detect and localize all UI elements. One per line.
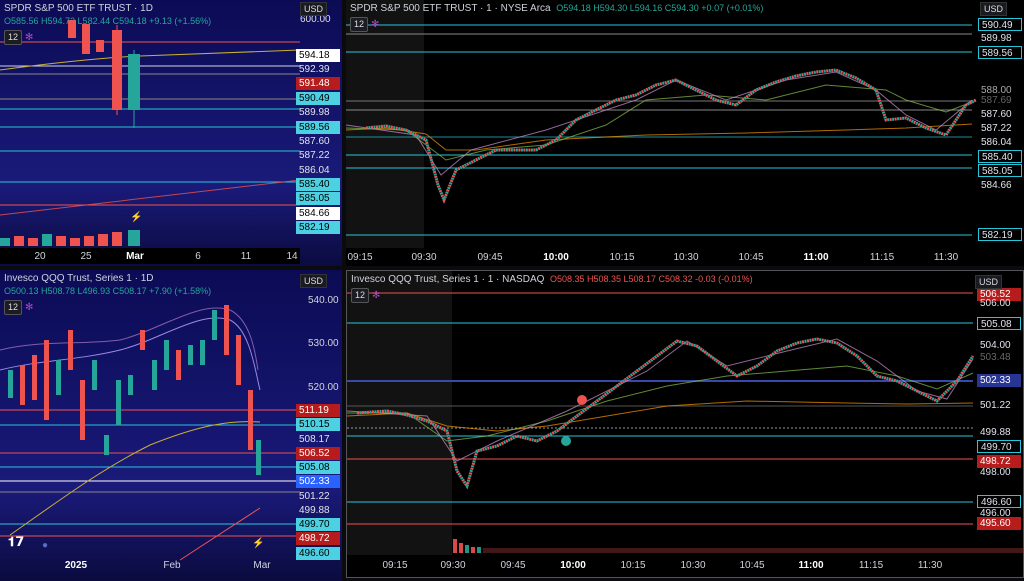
price-label: 586.04 [981, 137, 1012, 148]
price-label: 585.40 [296, 178, 340, 191]
price-label: 502.33 [977, 374, 1021, 387]
ohlc-values: O508.35 H508.35 L508.17 C508.32 -0.03 (-… [549, 274, 753, 284]
axis-price: 540.00 [308, 295, 339, 306]
symbol-title[interactable]: Invesco QQQ Trust, Series 1 · 1 · NASDAQ [351, 274, 544, 285]
price-label: 585.05 [296, 192, 340, 205]
gear-icon[interactable]: ✻ [371, 19, 379, 30]
price-label: 499.70 [296, 518, 340, 531]
currency-button[interactable]: USD [300, 274, 328, 288]
qqq-intraday-legend: Invesco QQQ Trust, Series 1 · 1 · NASDAQ… [351, 273, 753, 303]
price-label: 587.22 [981, 123, 1012, 134]
lightning-icon[interactable]: ⚡ [130, 212, 142, 223]
price-label: 510.15 [296, 418, 340, 431]
price-label: 584.66 [981, 180, 1012, 191]
price-label: 582.19 [296, 221, 340, 234]
signal-marker-sell [577, 395, 587, 405]
ohlc-values: O585.56 H594.72 L582.44 C594.18 +9.13 (+… [4, 16, 212, 26]
price-label: 499.88 [299, 505, 330, 516]
price-label: 495.60 [977, 517, 1021, 530]
price-label: 589.56 [978, 46, 1022, 59]
price-label: 584.66 [296, 207, 340, 220]
gear-icon[interactable]: ✻ [25, 32, 33, 43]
price-label: 501.22 [980, 400, 1011, 411]
price-label: 498.00 [980, 467, 1011, 478]
price-label: 498.72 [296, 532, 340, 545]
qqq-volume-bars [453, 539, 1023, 553]
axis-price: 530.00 [308, 338, 339, 349]
interval-badge[interactable]: 12 [4, 30, 23, 45]
tradingview-logo[interactable]: 𝟏𝟳 [8, 534, 24, 550]
gear-icon[interactable]: ✻ [372, 290, 380, 301]
price-label: 508.17 [299, 434, 330, 445]
price-label: 587.69 [981, 95, 1012, 106]
price-label: 589.98 [299, 107, 330, 118]
qqq-daily-candles [8, 305, 261, 475]
price-label: 590.49 [978, 18, 1022, 31]
currency-button[interactable]: USD [980, 2, 1008, 16]
qqq-daily-pane[interactable]: Invesco QQQ Trust, Series 1 · 1D O500.13… [0, 270, 342, 581]
time-axis[interactable]: 09:15 09:30 09:45 10:00 10:15 10:30 10:4… [347, 557, 973, 573]
price-label: 585.05 [978, 164, 1022, 177]
interval-badge[interactable]: 12 [350, 17, 369, 32]
qqq-daily-legend: Invesco QQQ Trust, Series 1 · 1D O500.13… [4, 272, 211, 315]
price-label: 505.08 [296, 461, 340, 474]
price-label: 586.04 [299, 165, 330, 176]
spy-intraday-chart[interactable] [346, 0, 1024, 266]
price-label: 594.18 [296, 49, 340, 62]
time-axis[interactable]: 20 25 Mar 6 11 14 [0, 248, 300, 264]
signal-marker-buy [561, 436, 571, 446]
interval-badge[interactable]: 12 [351, 288, 370, 303]
price-label: 501.22 [299, 491, 330, 502]
ohlc-values: O500.13 H508.78 L496.93 C508.17 +7.90 (+… [4, 286, 212, 296]
interval-badge[interactable]: 12 [4, 300, 23, 315]
symbol-title[interactable]: SPDR S&P 500 ETF TRUST · 1 · NYSE Arca [350, 3, 551, 14]
price-label: 503.48 [980, 352, 1011, 363]
price-label: 582.19 [978, 228, 1022, 241]
price-label: 591.48 [296, 77, 340, 90]
price-label: 511.19 [296, 404, 340, 417]
event-icon[interactable]: ● [42, 540, 48, 551]
spy-daily-legend: SPDR S&P 500 ETF TRUST · 1D O585.56 H594… [4, 2, 211, 45]
axis-price: 520.00 [308, 382, 339, 393]
price-label: 587.60 [299, 136, 330, 147]
price-label: 585.40 [978, 150, 1022, 163]
price-label: 496.60 [296, 547, 340, 560]
qqq-intraday-chart[interactable] [347, 271, 1024, 578]
spy-intraday-pane[interactable]: SPDR S&P 500 ETF TRUST · 1 · NYSE Arca O… [346, 0, 1024, 266]
lightning-icon[interactable]: ⚡ [252, 538, 264, 549]
gear-icon[interactable]: ✻ [25, 302, 33, 313]
price-label: 499.88 [980, 427, 1011, 438]
price-label: 590.49 [296, 92, 340, 105]
spy-intraday-legend: SPDR S&P 500 ETF TRUST · 1 · NYSE Arca O… [350, 2, 763, 32]
time-axis[interactable]: 2025 Feb Mar [0, 557, 300, 573]
price-label: 589.98 [981, 33, 1012, 44]
symbol-title[interactable]: Invesco QQQ Trust, Series 1 · 1D [4, 273, 154, 284]
price-label: 506.52 [296, 447, 340, 460]
qqq-intraday-pane[interactable]: Invesco QQQ Trust, Series 1 · 1 · NASDAQ… [346, 270, 1024, 578]
price-label: 589.56 [296, 121, 340, 134]
currency-button[interactable]: USD [300, 2, 328, 16]
ohlc-values: O594.18 H594.30 L594.16 C594.30 +0.07 (+… [556, 3, 764, 13]
spy-daily-pane[interactable]: SPDR S&P 500 ETF TRUST · 1D O585.56 H594… [0, 0, 342, 266]
qqq-daily-chart[interactable] [0, 270, 342, 581]
symbol-title[interactable]: SPDR S&P 500 ETF TRUST · 1D [4, 3, 153, 14]
price-label: 587.60 [981, 109, 1012, 120]
price-label: 502.33 [296, 475, 340, 488]
price-label: 499.70 [977, 440, 1021, 453]
price-label: 506.00 [980, 298, 1011, 309]
price-label: 587.22 [299, 150, 330, 161]
currency-button[interactable]: USD [975, 275, 1003, 289]
price-label: 592.39 [299, 64, 330, 75]
time-axis[interactable]: 09:15 09:30 09:45 10:00 10:15 10:30 10:4… [346, 249, 972, 265]
price-label: 505.08 [977, 317, 1021, 330]
